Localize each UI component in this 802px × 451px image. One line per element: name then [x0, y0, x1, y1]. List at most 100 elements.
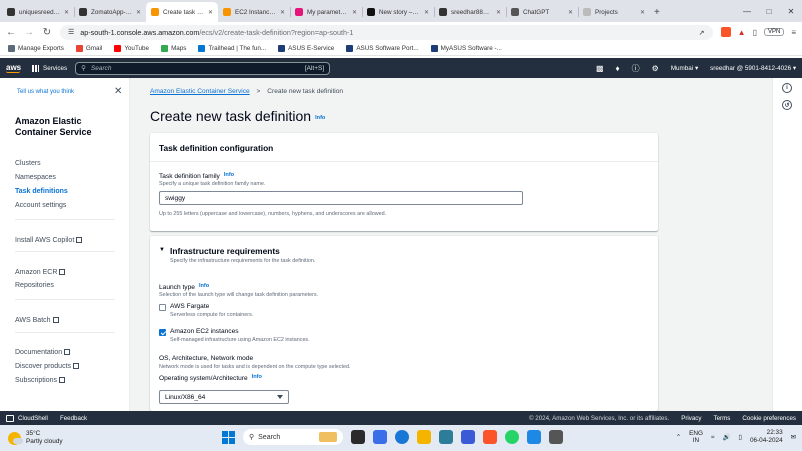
forward-icon[interactable]: → [24, 27, 34, 38]
taskbar-search[interactable]: ⚲ Search [243, 429, 343, 445]
browser-tab[interactable]: EC2 Instance Con ✕ [218, 2, 290, 22]
file-explorer-icon[interactable] [417, 430, 431, 444]
browser-tab[interactable]: My parameters | ✕ [290, 2, 362, 22]
browser-tab[interactable]: Create task defi ✕ [146, 2, 218, 22]
os-info-link[interactable]: Info [252, 374, 262, 380]
feedback-button[interactable]: Feedback [60, 415, 87, 422]
bookmark-item[interactable]: MyASUS Software -... [430, 45, 502, 52]
tab-close-icon[interactable]: ✕ [640, 9, 645, 16]
task-view-icon[interactable] [351, 430, 365, 444]
sidebar-item-clusters[interactable]: Clusters [15, 160, 41, 167]
brave-shields-icon[interactable] [720, 27, 731, 37]
browser-tab[interactable]: sreedhar8897/sw ✕ [434, 2, 506, 22]
brave-app-icon[interactable] [483, 430, 497, 444]
info-panel-icon[interactable]: i [782, 83, 792, 93]
language-indicator[interactable]: ENG IN [689, 430, 703, 444]
bookmark-item[interactable]: Manage Exports [8, 45, 64, 52]
browser-tab[interactable]: ZomatoApp-Clon ✕ [74, 2, 146, 22]
bookmark-item[interactable]: Trailhead | The fun... [198, 45, 266, 52]
sidebar-item-amazon-ecr[interactable]: Amazon ECR [15, 268, 66, 276]
sidebar-item-namespaces[interactable]: Namespaces [15, 174, 56, 181]
browser-tab[interactable]: ChatGPT ✕ [506, 2, 578, 22]
sidebar-toggle-icon[interactable]: ▯ [753, 28, 757, 37]
vscode-app-icon[interactable] [527, 430, 541, 444]
sidebar-item-install-aws-copilot[interactable]: Install AWS Copilot [15, 236, 83, 244]
sidebar-item-account-settings[interactable]: Account settings [15, 202, 66, 209]
cloudshell-icon[interactable]: ▩ [596, 64, 604, 73]
clock[interactable]: 22:33 06-04-2024 [750, 429, 783, 445]
new-tab-button[interactable]: + [654, 7, 660, 18]
launch-info-link[interactable]: Info [199, 283, 209, 289]
reload-icon[interactable]: ↻ [42, 27, 52, 38]
close-window-icon[interactable]: ✕ [780, 0, 802, 22]
brave-rewards-icon[interactable]: ▲ [738, 28, 746, 37]
browser-tab[interactable]: uniquesreedhar/Z ✕ [2, 2, 74, 22]
share-icon[interactable]: ↗ [699, 28, 705, 37]
history-icon[interactable]: ↺ [782, 100, 792, 110]
bookmark-item[interactable]: ASUS E-Service [278, 45, 334, 52]
region-selector[interactable]: Mumbai ▾ [671, 65, 698, 72]
whatsapp-app-icon[interactable] [505, 430, 519, 444]
back-icon[interactable]: ← [6, 27, 16, 38]
infra-heading[interactable]: Infrastructure requirements [170, 246, 280, 256]
battery-icon[interactable]: ▯ [738, 433, 742, 441]
bookmark-item[interactable]: YouTube [114, 45, 149, 52]
terminal-app-icon[interactable] [549, 430, 563, 444]
family-info-link[interactable]: Info [224, 172, 234, 178]
minimize-icon[interactable]: — [736, 0, 758, 22]
privacy-link[interactable]: Privacy [681, 415, 701, 422]
task-family-input[interactable]: swiggy [159, 191, 523, 205]
close-sidebar-icon[interactable]: ✕ [114, 86, 122, 97]
ec2-label[interactable]: Amazon EC2 instances [170, 328, 239, 335]
help-icon[interactable]: ⓘ [632, 63, 640, 74]
widgets-app-icon[interactable] [373, 430, 387, 444]
bookmark-item[interactable]: Gmail [75, 45, 102, 52]
sidebar-item-documentation[interactable]: Documentation [15, 348, 71, 356]
edge-browser-icon[interactable] [395, 430, 409, 444]
sidebar-item-discover-products[interactable]: Discover products [15, 362, 80, 370]
sidebar-item-subscriptions[interactable]: Subscriptions [15, 376, 66, 384]
tab-close-icon[interactable]: ✕ [64, 9, 69, 16]
notifications-icon[interactable]: ♦ [616, 64, 620, 73]
wifi-icon[interactable]: ≈ [711, 434, 715, 441]
aws-search-input[interactable]: ⚲ Search [Alt+S] [75, 61, 331, 75]
feedback-link[interactable]: Tell us what you think [17, 89, 74, 95]
fargate-label[interactable]: AWS Fargate [170, 303, 209, 310]
tab-close-icon[interactable]: ✕ [352, 9, 357, 16]
vpn-button[interactable]: VPN [763, 28, 785, 36]
cookie-preferences-link[interactable]: Cookie preferences [742, 415, 796, 422]
tab-close-icon[interactable]: ✕ [208, 9, 213, 16]
sidebar-item-aws-batch[interactable]: AWS Batch [15, 316, 59, 324]
notification-bell-icon[interactable]: ✉ [791, 433, 796, 441]
intellij-app-icon[interactable] [461, 430, 475, 444]
page-info-link[interactable]: Info [315, 115, 325, 121]
terms-link[interactable]: Terms [714, 415, 731, 422]
fargate-checkbox[interactable] [159, 304, 166, 311]
maximize-icon[interactable]: □ [758, 0, 780, 22]
ec2-checkbox[interactable] [159, 329, 166, 336]
account-menu[interactable]: sreedhar @ 5901-8412-4026 ▾ [710, 65, 796, 72]
collapse-triangle-icon[interactable]: ▼ [159, 247, 165, 253]
start-windows-icon[interactable] [222, 430, 235, 444]
bookmark-item[interactable]: ASUS Software Port... [346, 45, 419, 52]
browser-tab[interactable]: New story – Medi ✕ [362, 2, 434, 22]
weather-widget[interactable]: 35°C Partly cloudy [8, 430, 63, 446]
site-info-icon[interactable]: ☰ [68, 28, 74, 36]
tab-close-icon[interactable]: ✕ [496, 9, 501, 16]
sidebar-item-task-definitions[interactable]: Task definitions [15, 188, 68, 195]
settings-gear-icon[interactable]: ⚙ [652, 64, 659, 73]
cloudshell-button[interactable]: CloudShell [6, 414, 48, 422]
bookmark-item[interactable]: Maps [161, 45, 186, 52]
breadcrumb-ecs-link[interactable]: Amazon Elastic Container Service [150, 88, 250, 95]
tab-close-icon[interactable]: ✕ [568, 9, 573, 16]
browser-tab[interactable]: Projects ✕ [578, 2, 650, 22]
volume-icon[interactable]: 🔊 [722, 433, 730, 441]
tab-close-icon[interactable]: ✕ [424, 9, 429, 16]
aws-logo[interactable]: aws [6, 63, 24, 73]
services-menu-button[interactable]: Services [32, 64, 67, 72]
tab-close-icon[interactable]: ✕ [136, 9, 141, 16]
url-field[interactable]: ☰ ap-south-1.console.aws.amazon.com/ecs/… [60, 24, 713, 40]
menu-icon[interactable]: ≡ [791, 28, 796, 37]
store-app-icon[interactable] [439, 430, 453, 444]
chevron-up-icon[interactable]: ⌃ [676, 433, 681, 441]
